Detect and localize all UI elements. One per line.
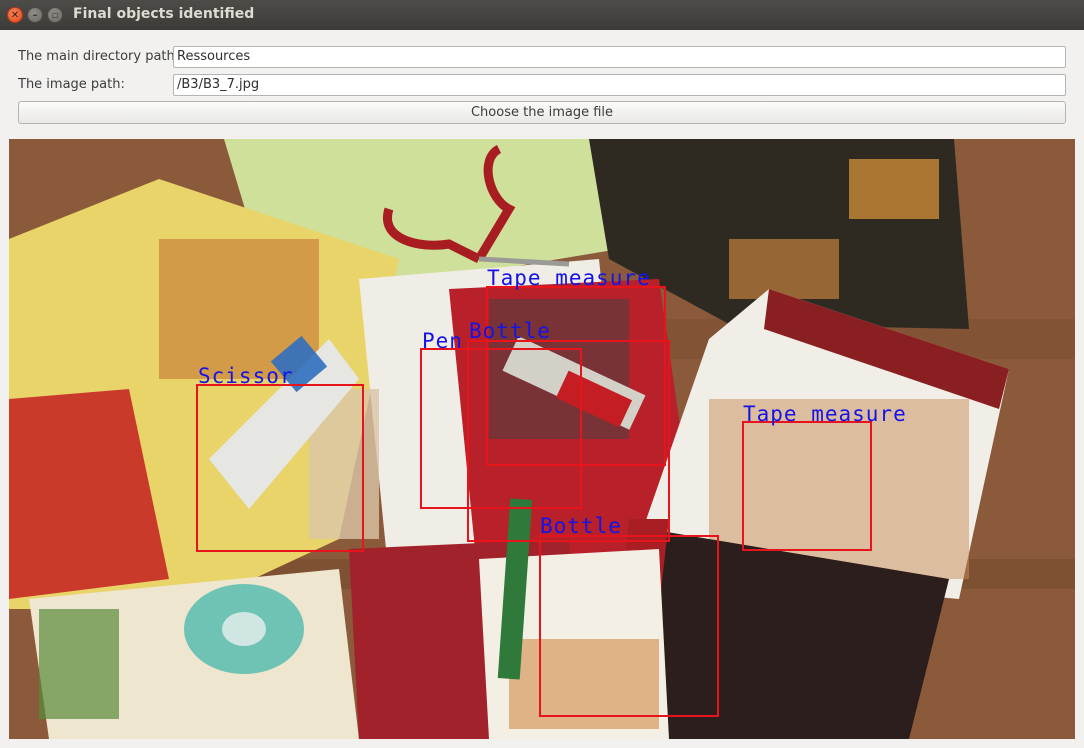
close-window-button[interactable]: ✕: [7, 7, 23, 23]
detection-label: Tape measure: [743, 402, 907, 426]
image-path-field[interactable]: /B3/B3_7.jpg: [173, 74, 1066, 96]
title-bar: ✕ – ▫ Final objects identified: [0, 0, 1084, 30]
detection-label: Scissor: [198, 364, 294, 388]
detection-label: Bottle: [469, 319, 551, 343]
directory-path-field[interactable]: Ressources: [173, 46, 1066, 68]
detection-image: Tape measure Bottle Pen Scissor Tape mea…: [9, 139, 1075, 739]
detection-label: Tape measure: [487, 266, 651, 290]
detection-label: Pen: [422, 329, 463, 353]
image-path-label: The image path:: [18, 77, 125, 92]
detection-box: [539, 535, 719, 717]
minimize-window-button[interactable]: –: [27, 7, 43, 23]
detection-label: Bottle: [540, 514, 622, 538]
detection-box: [196, 384, 364, 552]
directory-path-label: The main directory path:: [18, 49, 180, 64]
choose-image-button[interactable]: Choose the image file: [18, 101, 1066, 124]
maximize-window-button[interactable]: ▫: [47, 7, 63, 23]
detection-box: [420, 348, 582, 509]
detection-box: [742, 421, 872, 551]
window-title: Final objects identified: [73, 6, 255, 22]
